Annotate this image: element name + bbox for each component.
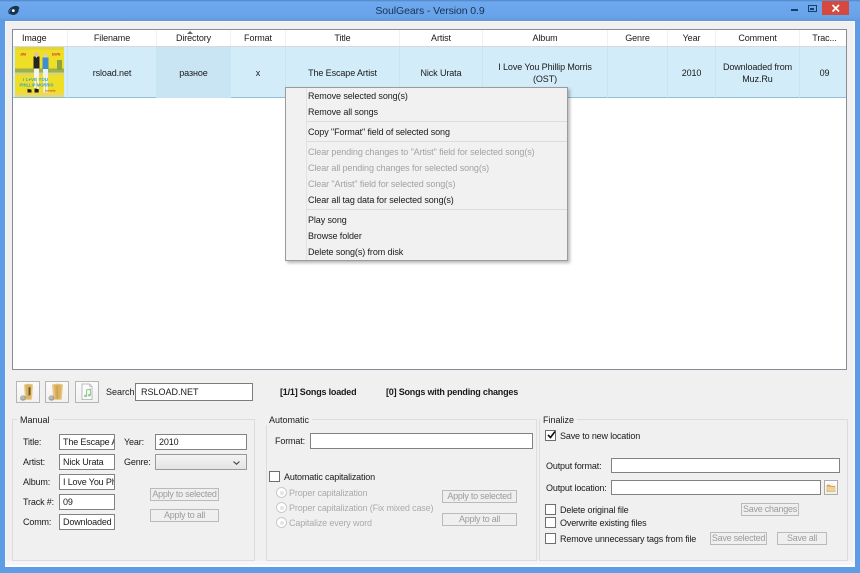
svg-text:PHILLIP MORRIS: PHILLIP MORRIS [20, 83, 54, 88]
svg-text:JIM: JIM [20, 53, 26, 57]
svg-text:I L♥VE YOU: I L♥VE YOU [23, 77, 48, 82]
svg-text:EWN: EWN [52, 53, 61, 57]
svg-text:comedy: comedy [45, 89, 56, 93]
